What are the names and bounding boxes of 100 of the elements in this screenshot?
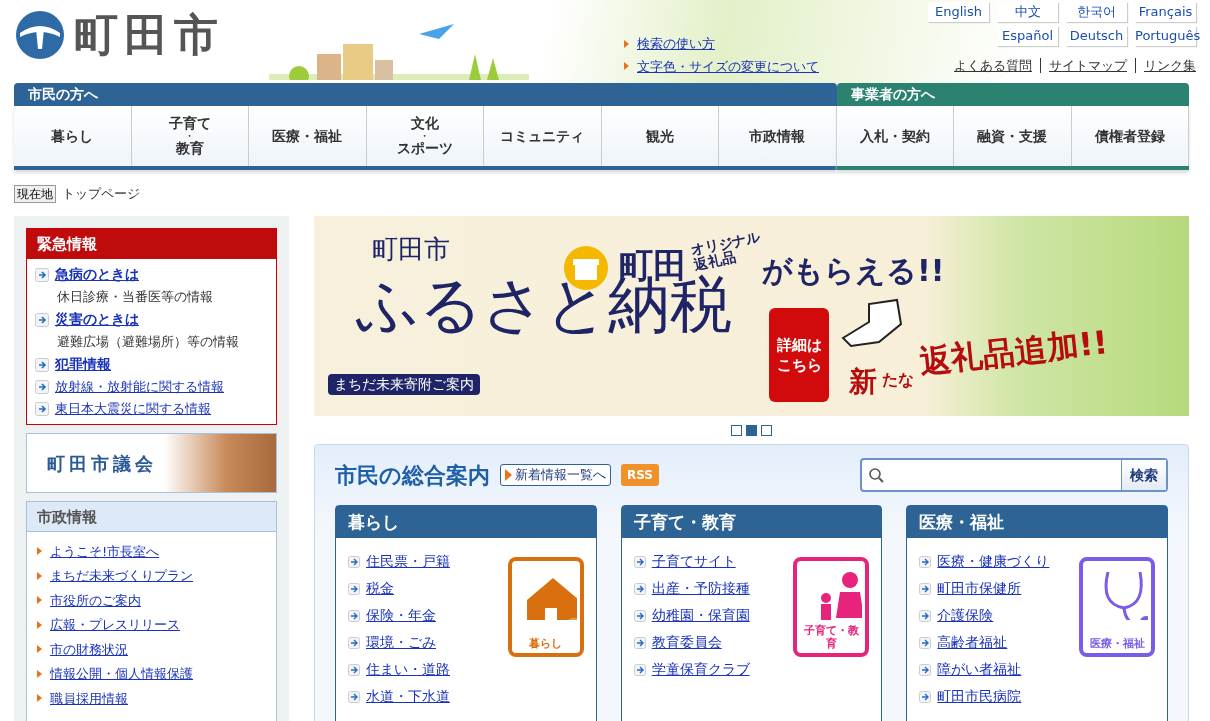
arrow-icon — [37, 547, 42, 556]
breadcrumb-current: トップページ — [62, 185, 140, 204]
category-title: 医療・福祉 — [907, 506, 1167, 538]
category-link[interactable]: 水道・下水道 — [366, 686, 450, 707]
category-title: 暮らし — [336, 506, 596, 538]
nav-tab[interactable]: 観光 — [601, 106, 719, 166]
nav-tab[interactable]: 入札・契約 — [836, 106, 954, 166]
emergency-link[interactable]: 東日本大震災に関する情報 — [55, 398, 211, 419]
category-link[interactable]: 医療・健康づくり — [937, 551, 1050, 572]
category-link[interactable]: 障がい者福祉 — [937, 659, 1022, 680]
guide-title: 市民の総合案内 — [335, 461, 490, 490]
arrow-icon — [348, 609, 360, 622]
arrow-icon — [624, 62, 629, 71]
category-link[interactable]: 住まい・道路 — [366, 659, 450, 680]
emergency-note: 休日診療・当番医等の情報 — [56, 288, 214, 306]
nav-tab[interactable]: 医療・福祉 — [249, 106, 367, 166]
arrow-icon — [35, 267, 49, 282]
search-field[interactable]: 検索 — [860, 458, 1168, 492]
category-link[interactable]: 出産・予防接種 — [651, 578, 750, 599]
emergency-link[interactable]: 犯罪情報 — [55, 354, 111, 375]
category-link[interactable]: 子育てサイト — [651, 551, 736, 572]
arrow-icon — [919, 582, 932, 595]
nav-group-label: 事業者の方へ — [836, 83, 1189, 106]
city-info-link[interactable]: まちだ未来づくりプラン — [50, 566, 193, 586]
category-link[interactable]: 町田市民病院 — [937, 686, 1022, 707]
arrow-icon — [919, 690, 932, 703]
arrow-icon — [633, 582, 646, 595]
search-button[interactable]: 検索 — [1121, 460, 1166, 490]
utility-link[interactable]: よくある質問 — [954, 56, 1032, 76]
city-info-link[interactable]: 市の財務状況 — [50, 639, 128, 659]
arrow-icon — [37, 620, 42, 629]
banner-headline: がもらえる!! — [762, 256, 945, 286]
city-info-link[interactable]: 情報公開・個人情報保護 — [50, 664, 193, 684]
council-banner[interactable]: 町田市議会 — [26, 433, 277, 493]
category-link[interactable]: 保険・年金 — [366, 605, 436, 626]
utility-link[interactable]: サイトマップ — [1049, 56, 1127, 76]
arrow-icon — [37, 596, 42, 605]
news-list-button[interactable]: 新着情報一覧へ — [500, 464, 611, 486]
emergency-link[interactable]: 放射線・放射能に関する情報 — [55, 376, 224, 397]
banner-subtitle: まちだ未来寄附ご案内 — [328, 374, 480, 395]
nav-tab[interactable]: 市政情報 — [719, 106, 837, 166]
arrow-icon — [37, 669, 42, 678]
city-info-title: 市政情報 — [27, 502, 276, 532]
slide-indicator[interactable] — [761, 424, 772, 436]
arrow-icon — [35, 357, 49, 372]
category-link[interactable]: 教育委員会 — [651, 632, 722, 653]
arrow-icon — [505, 469, 512, 481]
emergency-title: 緊急情報 — [27, 229, 276, 259]
city-info-link[interactable]: 広報・プレスリリース — [50, 615, 180, 635]
banner-new-kana: たな — [882, 372, 914, 388]
arrow-icon — [633, 636, 646, 649]
city-info-link[interactable]: 職員採用情報 — [50, 688, 128, 708]
slide-indicator[interactable] — [746, 424, 757, 436]
language-link[interactable]: 한국어 — [1066, 2, 1127, 22]
category-link[interactable]: 町田市保健所 — [937, 578, 1022, 599]
category-link[interactable]: 税金 — [366, 578, 394, 599]
breadcrumb-label: 現在地 — [14, 185, 56, 203]
arrow-icon — [919, 663, 932, 676]
arrow-icon — [348, 663, 360, 676]
city-info-link[interactable]: 市役所のご案内 — [50, 590, 141, 610]
language-link[interactable]: 中文 — [997, 2, 1058, 22]
category-title: 子育て・教育 — [621, 506, 882, 538]
language-link[interactable]: English — [928, 2, 989, 22]
city-info-link[interactable]: ようこそ!市長室へ — [50, 541, 160, 561]
emergency-link[interactable]: 急病のときは — [55, 264, 139, 285]
language-link[interactable]: Español — [997, 26, 1058, 46]
category-link[interactable]: 住民票・戸籍 — [366, 551, 450, 572]
arrow-icon — [35, 401, 49, 416]
arrow-icon — [35, 379, 49, 394]
category-link[interactable]: 高齢者福祉 — [937, 632, 1008, 653]
language-link[interactable]: Français — [1135, 2, 1196, 22]
slide-indicator[interactable] — [731, 424, 742, 436]
nav-group-label: 市民の方へ — [14, 83, 837, 106]
category-link[interactable]: 学童保育クラブ — [651, 659, 750, 680]
arrow-icon — [348, 555, 360, 568]
nav-tab[interactable]: コミュニティ — [484, 106, 602, 166]
banner-city: 町田市 — [372, 233, 450, 266]
nav-tab[interactable]: 債権者登録 — [1071, 106, 1189, 166]
arrow-icon — [633, 663, 646, 676]
help-link[interactable]: 文字色・サイズの変更について — [637, 56, 819, 76]
category-link[interactable]: 環境・ごみ — [366, 632, 436, 653]
arrow-icon — [348, 582, 360, 595]
category-link[interactable]: 介護保険 — [937, 605, 994, 626]
nav-tab[interactable]: 融資・支援 — [954, 106, 1072, 166]
nav-tab[interactable]: 暮らし — [14, 106, 132, 166]
site-logo[interactable]: 町田市 — [74, 13, 224, 57]
category-icon-tile[interactable]: 医療・福祉 — [1079, 557, 1155, 657]
nav-tab[interactable]: 子育て ・ 教育 — [131, 106, 249, 166]
arrow-icon — [348, 636, 360, 649]
help-link[interactable]: 検索の使い方 — [637, 34, 715, 54]
arrow-icon — [348, 690, 360, 703]
nav-tab[interactable]: 文化 ・ スポーツ — [366, 106, 484, 166]
utility-link[interactable]: リンク集 — [1144, 56, 1196, 76]
arrow-icon — [633, 609, 646, 622]
city-emblem-icon — [14, 9, 66, 61]
language-link[interactable]: Deutsch — [1066, 26, 1127, 46]
category-icon-tile[interactable]: 子育て・教育 — [793, 557, 870, 657]
category-link[interactable]: 幼稚園・保育園 — [651, 605, 750, 626]
emergency-link[interactable]: 災害のときは — [55, 309, 139, 330]
search-icon — [868, 467, 884, 483]
